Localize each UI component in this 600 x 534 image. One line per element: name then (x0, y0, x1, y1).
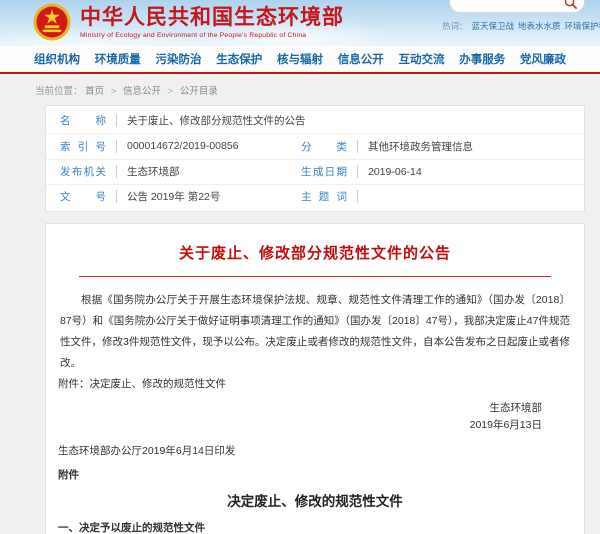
meta-group-subject: 主题词 (301, 189, 368, 204)
search-box (449, 0, 585, 13)
nav-item-party-conduct[interactable]: 党风廉政 (520, 51, 566, 67)
divider (116, 190, 117, 203)
meta-row-name: 名称 关于废止、修改部分规范性文件的公告 (46, 108, 584, 133)
nav-item-eco-protection[interactable]: 生态保护 (216, 51, 262, 67)
meta-label-issuing-agency: 发布机关 (60, 164, 106, 179)
meta-label-category: 分类 (301, 139, 347, 154)
nav-item-env-quality[interactable]: 环境质量 (95, 51, 141, 67)
divider (357, 165, 358, 178)
breadcrumb-label: 当前位置： (35, 86, 83, 97)
meta-value-category: 其他环境政务管理信息 (368, 139, 473, 154)
meta-label-name: 名称 (60, 113, 106, 128)
meta-group-category: 分类 其他环境政务管理信息 (301, 139, 473, 154)
divider (357, 140, 358, 153)
section-title: 一、决定予以废止的规范性文件 (58, 520, 572, 534)
print-note: 生态环境部办公厅2019年6月14日印发 (58, 443, 572, 458)
divider (116, 114, 117, 127)
meta-label-doc-number: 文号 (60, 189, 106, 204)
search-input[interactable] (460, 0, 560, 12)
meta-label-index-no: 索引号 (60, 139, 106, 154)
hotword-link[interactable]: 蓝天保卫战 (472, 21, 515, 31)
divider (116, 140, 117, 153)
search-icon[interactable] (564, 0, 577, 9)
document-meta-card: 名称 关于废止、修改部分规范性文件的公告 索引号 000014672/2019-… (45, 105, 585, 212)
breadcrumb-separator: > (168, 86, 174, 97)
attachment-label: 附件 (58, 467, 572, 482)
breadcrumb-item-home[interactable]: 首页 (85, 86, 104, 97)
breadcrumb-item-catalog[interactable]: 公开目录 (180, 86, 218, 97)
meta-value-doc-number: 公告 2019年 第22号 (127, 189, 307, 204)
meta-row-issuer: 发布机关 生态环境部 生成日期 2019-06-14 (46, 159, 584, 184)
meta-label-subject-words: 主题词 (301, 189, 347, 204)
national-emblem-icon (33, 3, 71, 41)
article-title: 关于废止、修改部分规范性文件的公告 (58, 242, 572, 263)
meta-group-date: 生成日期 2019-06-14 (301, 164, 422, 179)
meta-row-index: 索引号 000014672/2019-00856 分类 其他环境政务管理信息 (46, 133, 584, 158)
breadcrumb-separator: > (111, 86, 117, 97)
search-area: 热词：蓝天保卫战地表水水质环境保护税高级检索 (442, 0, 592, 32)
hotword-link[interactable]: 环境保护税 (565, 21, 600, 31)
breadcrumb-item-info[interactable]: 信息公开 (123, 86, 161, 97)
nav-item-nuclear-radiation[interactable]: 核与辐射 (277, 51, 323, 67)
nav-item-services[interactable]: 办事服务 (459, 51, 505, 67)
article-card: 关于废止、修改部分规范性文件的公告 根据《国务院办公厅关于开展生态环境保护法规、… (45, 223, 585, 534)
meta-value-index-no: 000014672/2019-00856 (127, 140, 307, 152)
breadcrumb: 当前位置： 首页 > 信息公开 > 公开目录 (0, 74, 600, 105)
meta-row-doc-number: 文号 公告 2019年 第22号 主题词 (46, 184, 584, 209)
hotword-link[interactable]: 地表水水质 (518, 21, 561, 31)
title-divider (79, 276, 551, 277)
hotwords-bar: 热词：蓝天保卫战地表水水质环境保护税高级检索 (442, 20, 592, 32)
meta-value-name: 关于废止、修改部分规范性文件的公告 (127, 113, 584, 128)
meta-value-issuing-agency: 生态环境部 (127, 164, 307, 179)
site-subtitle: Ministry of Ecology and Environment of t… (80, 32, 344, 39)
issue-date: 2019年6月13日 (58, 417, 572, 434)
nav-item-organization[interactable]: 组织机构 (34, 51, 80, 67)
nav-item-pollution-control[interactable]: 污染防治 (156, 51, 202, 67)
attachment-reference-line: 附件：决定废止、修改的规范性文件 (58, 374, 572, 395)
top-nav: 组织机构 环境质量 污染防治 生态保护 核与辐射 信息公开 互动交流 办事服务 … (0, 46, 600, 74)
site-title: 中华人民共和国生态环境部 (80, 6, 344, 30)
attachment-title: 决定废止、修改的规范性文件 (58, 490, 572, 510)
meta-label-date: 生成日期 (301, 164, 347, 179)
nav-item-info-disclosure[interactable]: 信息公开 (338, 51, 384, 67)
divider (116, 165, 117, 178)
divider (357, 190, 358, 203)
hotwords-label: 热词： (442, 21, 468, 31)
brand-text: 中华人民共和国生态环境部 Ministry of Ecology and Env… (80, 6, 344, 39)
issuer-signature: 生态环境部 (58, 400, 572, 417)
nav-item-interaction[interactable]: 互动交流 (399, 51, 445, 67)
article-paragraph: 根据《国务院办公厅关于开展生态环境保护法规、规章、规范性文件清理工作的通知》（国… (58, 290, 572, 374)
site-brand: 中华人民共和国生态环境部 Ministry of Ecology and Env… (33, 3, 344, 41)
site-banner: 中华人民共和国生态环境部 Ministry of Ecology and Env… (0, 0, 600, 46)
page: 中华人民共和国生态环境部 Ministry of Ecology and Env… (0, 0, 600, 534)
meta-value-date: 2019-06-14 (368, 166, 422, 178)
